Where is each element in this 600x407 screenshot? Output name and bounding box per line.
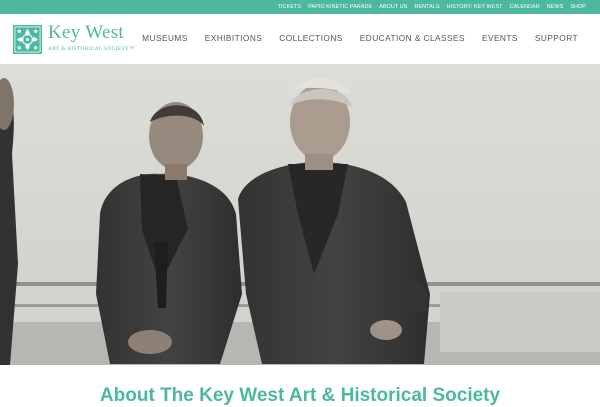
utility-link-news[interactable]: NEWS: [547, 4, 564, 10]
utility-link-about-us[interactable]: ABOUT US: [379, 4, 407, 10]
site-header: Key West ART & HISTORICAL SOCIETY™ MUSEU…: [0, 14, 600, 64]
utility-bar: TICKETS PAPIO KINETIC PARADE ABOUT US RE…: [0, 0, 600, 14]
about-heading: About The Key West Art & Historical Soci…: [99, 385, 501, 406]
logo-tagline: ART & HISTORICAL SOCIETY™: [48, 46, 135, 52]
main-nav: MUSEUMS EXHIBITIONS COLLECTIONS EDUCATIO…: [142, 33, 578, 43]
utility-link-history-key-west[interactable]: HISTORY: KEY WEST: [447, 4, 503, 10]
nav-item-museums[interactable]: MUSEUMS: [142, 33, 188, 43]
nav-item-education-classes[interactable]: EDUCATION & CLASSES: [360, 33, 465, 43]
utility-link-calendar[interactable]: CALENDAR: [510, 4, 540, 10]
nav-item-events[interactable]: EVENTS: [482, 33, 518, 43]
nav-item-support[interactable]: SUPPORT: [535, 33, 578, 43]
utility-nav: TICKETS PAPIO KINETIC PARADE ABOUT US RE…: [278, 0, 586, 14]
nav-item-collections[interactable]: COLLECTIONS: [279, 33, 343, 43]
logo-name: Key West: [48, 22, 124, 43]
utility-link-rentals[interactable]: RENTALS: [414, 4, 439, 10]
utility-link-papio-kinetic-parade[interactable]: PAPIO KINETIC PARADE: [308, 4, 372, 10]
utility-link-shop[interactable]: SHOP: [570, 4, 586, 10]
logo-mark-icon: [13, 25, 42, 54]
hero-slideshow[interactable]: [0, 64, 600, 365]
hero-photo: [0, 64, 600, 365]
nav-item-exhibitions[interactable]: EXHIBITIONS: [205, 33, 263, 43]
utility-link-tickets[interactable]: TICKETS: [278, 4, 301, 10]
